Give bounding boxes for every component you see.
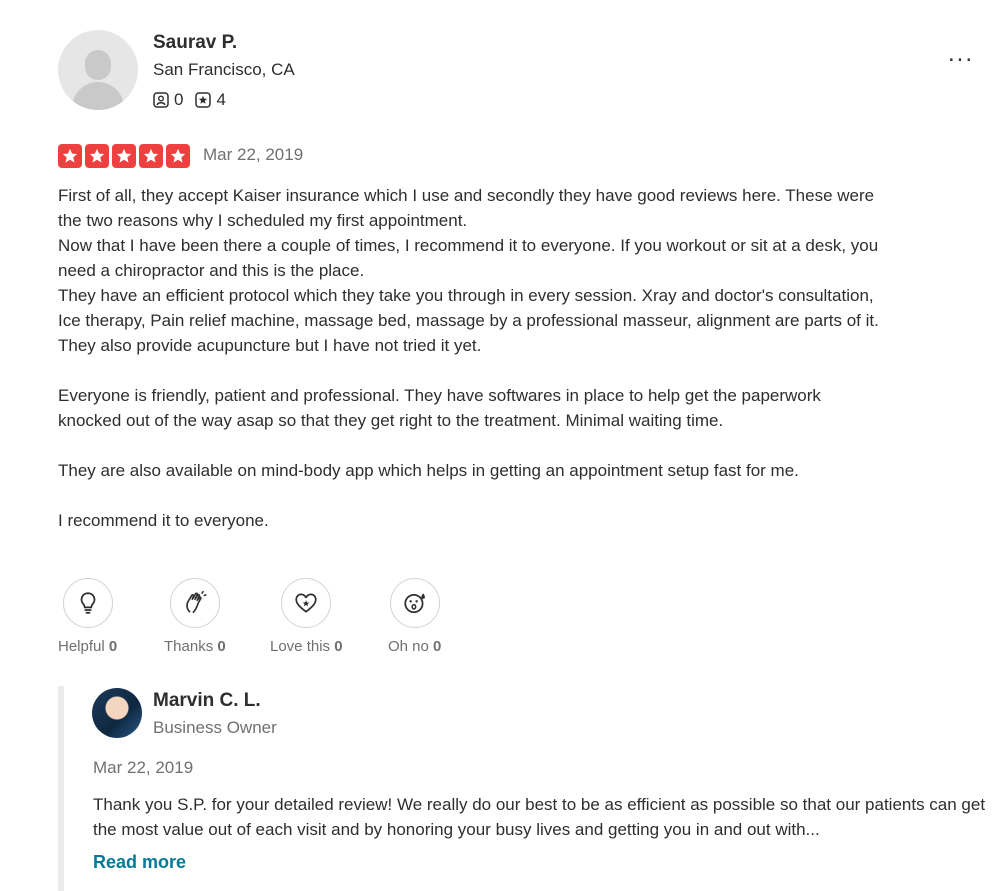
reaction-ohno-button[interactable]: Oh no 0 — [388, 578, 441, 655]
review-paragraph-3: They are also available on mind-body app… — [58, 461, 799, 480]
reviewer-location: San Francisco, CA — [153, 60, 295, 79]
reaction-ohno-count: 0 — [433, 638, 442, 655]
reaction-thanks-count: 0 — [217, 638, 226, 655]
reviews-count: 4 — [216, 90, 226, 109]
review-star-icon — [195, 92, 212, 108]
reaction-love-text: Love this — [270, 638, 331, 655]
reaction-love-count: 0 — [334, 638, 343, 655]
reaction-helpful-circle[interactable] — [62, 578, 113, 628]
reviewer-name[interactable]: Saurav P. — [153, 32, 237, 54]
review-paragraph-2: Everyone is friendly, patient and profes… — [58, 386, 821, 430]
lightbulb-icon — [80, 592, 95, 614]
friends-count: 0 — [174, 90, 184, 109]
clapping-hands-icon — [186, 590, 207, 614]
reaction-ohno-circle[interactable] — [389, 578, 440, 628]
star-icon — [58, 144, 82, 168]
more-options-button[interactable]: ... — [948, 42, 974, 66]
reply-date: Mar 22, 2019 — [93, 758, 194, 777]
reply-divider — [58, 686, 64, 891]
default-user-icon-head — [85, 50, 111, 80]
reaction-ohno-text: Oh no — [388, 638, 429, 655]
reaction-thanks-text: Thanks — [164, 638, 214, 655]
reviewer-avatar[interactable] — [58, 30, 138, 110]
owner-role: Business Owner — [153, 718, 277, 737]
reaction-helpful-button[interactable]: Helpful 0 — [58, 578, 117, 655]
heart-icon — [295, 593, 317, 613]
reaction-thanks-button[interactable]: Thanks 0 — [164, 578, 226, 655]
reaction-thanks-circle[interactable] — [169, 578, 220, 628]
default-user-icon-body — [72, 82, 124, 110]
reaction-helpful-text: Helpful — [58, 638, 105, 655]
reaction-love-label: Love this 0 — [270, 638, 343, 655]
review-date: Mar 22, 2019 — [203, 145, 304, 164]
reply-text: Thank you S.P. for your detailed review!… — [93, 795, 986, 839]
owner-name[interactable]: Marvin C. L. — [153, 690, 261, 712]
star-icon — [112, 144, 136, 168]
reaction-thanks-label: Thanks 0 — [164, 638, 226, 655]
read-more-link[interactable]: Read more — [93, 852, 186, 873]
owner-avatar[interactable] — [92, 688, 142, 738]
reaction-ohno-label: Oh no 0 — [388, 638, 441, 655]
reaction-helpful-count: 0 — [108, 638, 118, 655]
star-icon — [166, 144, 190, 168]
reviewer-stats: 0 4 — [153, 90, 238, 110]
star-icon — [85, 144, 109, 168]
star-rating — [58, 144, 190, 168]
reaction-love-circle[interactable] — [281, 578, 332, 628]
review-text: First of all, they accept Kaiser insuran… — [58, 183, 888, 558]
reaction-helpful-label: Helpful 0 — [58, 638, 117, 655]
review-paragraph-1: First of all, they accept Kaiser insuran… — [58, 186, 879, 355]
star-icon — [139, 144, 163, 168]
review-paragraph-4: I recommend it to everyone. — [58, 511, 269, 530]
friends-icon — [153, 92, 169, 108]
surprised-face-icon — [404, 593, 425, 614]
reaction-love-button[interactable]: Love this 0 — [270, 578, 343, 655]
